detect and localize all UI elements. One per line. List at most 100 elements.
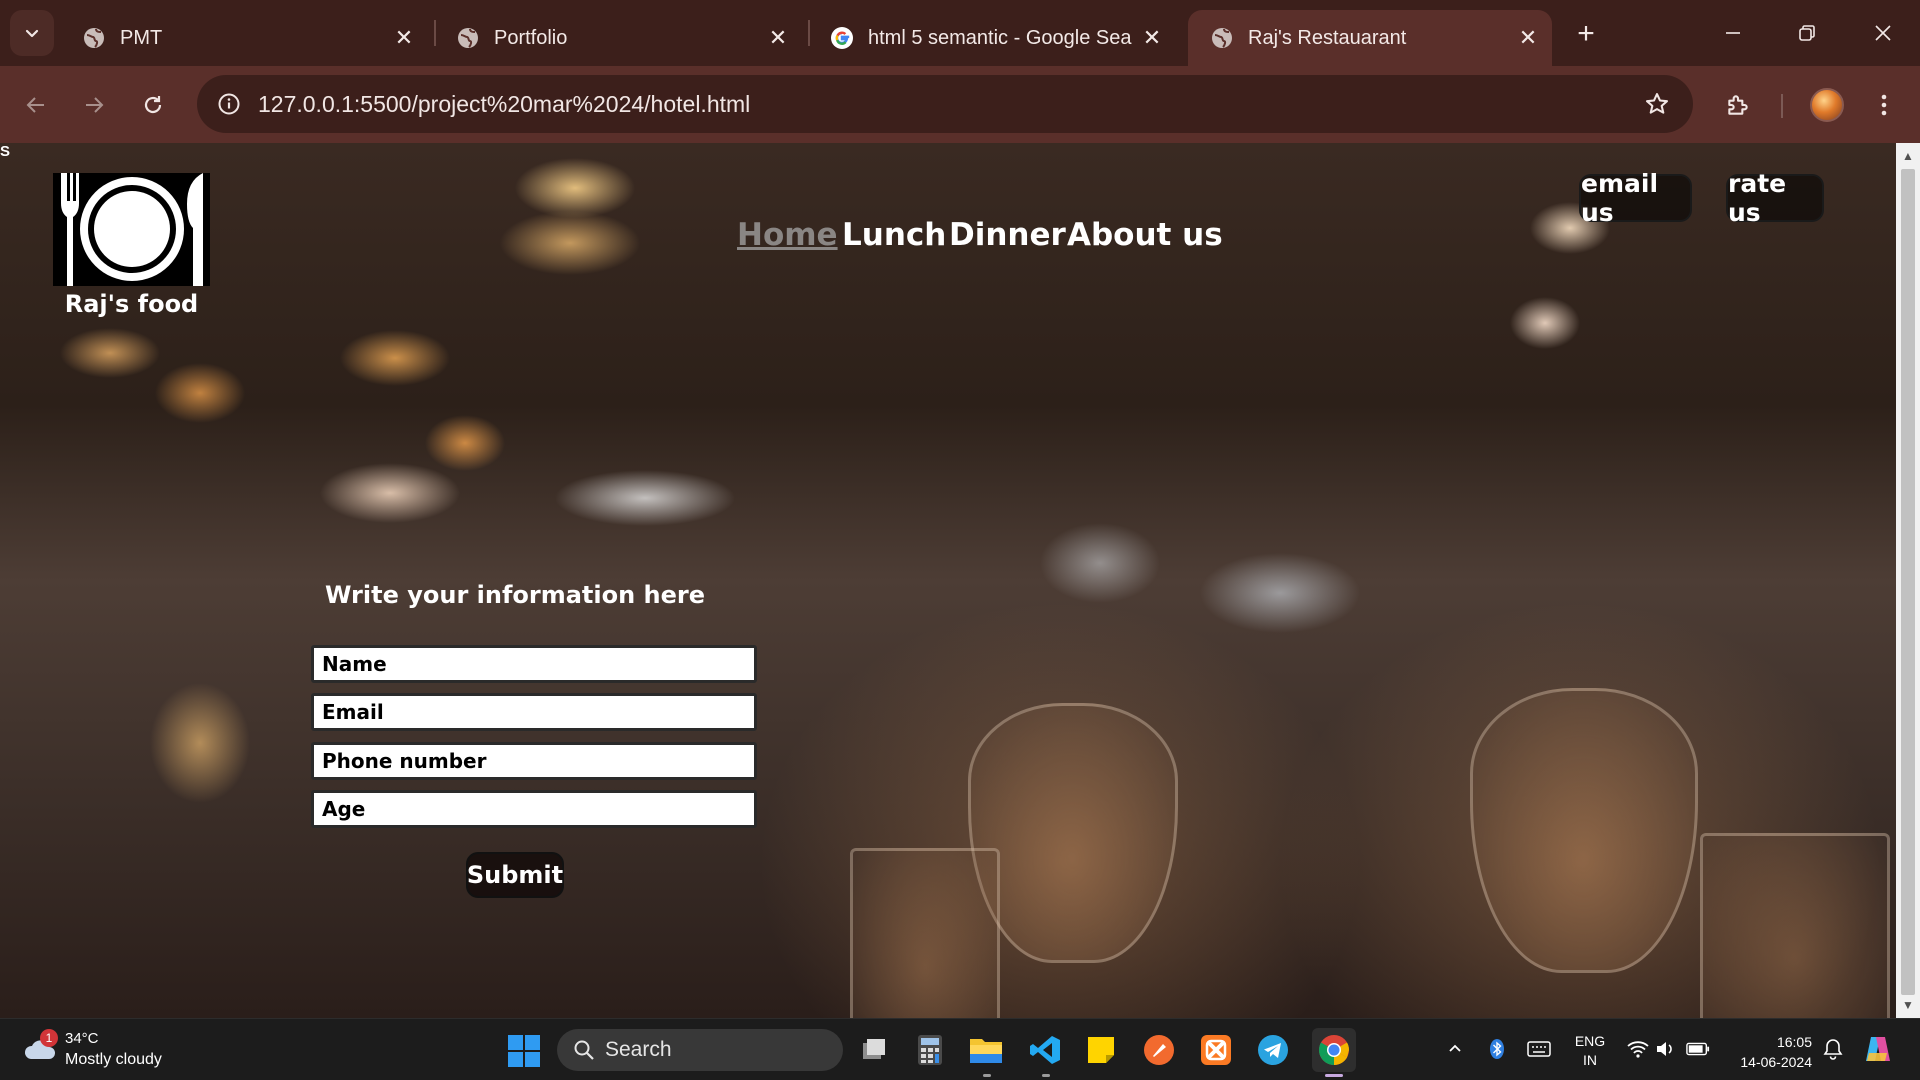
- globe-icon: [458, 28, 478, 48]
- task-view-icon[interactable]: [855, 1031, 893, 1069]
- rate-us-button[interactable]: rate us: [1726, 169, 1824, 227]
- search-icon: [574, 1040, 594, 1060]
- system-clock[interactable]: 16:05 14-06-2024: [1722, 1032, 1812, 1072]
- bluetooth-icon[interactable]: [1485, 1037, 1509, 1061]
- vscode-icon[interactable]: [1026, 1031, 1064, 1069]
- email-input[interactable]: [314, 696, 754, 728]
- nav-home[interactable]: Home: [737, 217, 838, 253]
- restore-icon: [1799, 25, 1815, 41]
- app-running-indicator: [1042, 1074, 1050, 1077]
- site-info-icon[interactable]: [211, 86, 247, 122]
- copilot-icon[interactable]: [1862, 1037, 1894, 1061]
- close-icon[interactable]: ✕: [1138, 24, 1166, 52]
- phone-input[interactable]: [314, 745, 754, 777]
- file-explorer-icon[interactable]: [967, 1031, 1005, 1069]
- name-field[interactable]: [311, 645, 757, 683]
- arrow-left-icon: [26, 97, 44, 113]
- tab-rajs-restaurant[interactable]: Raj's Restauarant ✕: [1188, 10, 1552, 66]
- nav-dinner[interactable]: Dinner: [949, 217, 1066, 253]
- close-icon[interactable]: ✕: [390, 24, 418, 52]
- notification-bell-icon[interactable]: [1821, 1037, 1845, 1061]
- tab-title: html 5 semantic - Google Sea: [868, 26, 1132, 49]
- globe-icon: [84, 28, 104, 48]
- page-viewport: S Raj's food Home Lunch Dinner About us …: [0, 143, 1896, 1018]
- scroll-up-icon[interactable]: ▲: [1896, 146, 1920, 166]
- back-button[interactable]: [14, 83, 58, 127]
- language-code: ENG: [1574, 1033, 1606, 1049]
- region-code: IN: [1583, 1052, 1597, 1068]
- kebab-menu-icon: [1881, 94, 1887, 116]
- clock-time: 16:05: [1776, 1034, 1812, 1050]
- browser-toolbar: 127.0.0.1:5500/project%20mar%2024/hotel.…: [0, 66, 1920, 143]
- tab-strip: PMT ✕ Portfolio ✕ html 5 semantic - Goog…: [0, 0, 1920, 66]
- nav-about-us[interactable]: About us: [1067, 217, 1223, 253]
- restore-button[interactable]: [1782, 12, 1832, 54]
- close-icon: [1875, 25, 1891, 41]
- phone-field[interactable]: [311, 742, 757, 780]
- scroll-thumb[interactable]: [1901, 169, 1915, 995]
- tab-google-search[interactable]: html 5 semantic - Google Sea ✕: [808, 10, 1176, 66]
- app-running-indicator: [983, 1074, 991, 1077]
- tab-title: Raj's Restauarant: [1248, 26, 1407, 49]
- google-icon: [831, 27, 853, 49]
- water-glass-decor: [1700, 833, 1890, 1018]
- battery-icon[interactable]: [1686, 1037, 1710, 1061]
- new-tab-button[interactable]: +: [1568, 16, 1604, 52]
- wine-glass-decor: [1470, 688, 1698, 973]
- taskbar-search[interactable]: Search: [557, 1029, 843, 1071]
- restaurant-logo[interactable]: [53, 173, 210, 286]
- address-bar[interactable]: 127.0.0.1:5500/project%20mar%2024/hotel.…: [197, 75, 1693, 133]
- email-us-button[interactable]: email us: [1579, 169, 1692, 227]
- keyboard-icon[interactable]: [1527, 1037, 1551, 1061]
- arrow-right-icon: [86, 97, 104, 113]
- email-field[interactable]: [311, 693, 757, 731]
- toolbar-divider: [1781, 94, 1783, 118]
- url-text[interactable]: 127.0.0.1:5500/project%20mar%2024/hotel.…: [258, 75, 750, 133]
- page-scrollbar[interactable]: ▲ ▼: [1896, 143, 1920, 1018]
- windows-start-icon[interactable]: [508, 1035, 540, 1067]
- windows-taskbar: 1 34°C Mostly cloudy Search ENG IN 16:05…: [0, 1018, 1920, 1080]
- wifi-icon[interactable]: [1626, 1037, 1650, 1061]
- minimize-icon: [1726, 32, 1740, 34]
- bookmark-star-icon[interactable]: [1639, 86, 1675, 122]
- xampp-icon[interactable]: [1197, 1031, 1235, 1069]
- close-window-button[interactable]: [1858, 12, 1908, 54]
- calculator-icon[interactable]: [911, 1031, 949, 1069]
- close-icon[interactable]: ✕: [764, 24, 792, 52]
- close-icon[interactable]: ✕: [1514, 24, 1542, 52]
- submit-button[interactable]: Submit: [466, 852, 564, 898]
- reload-button[interactable]: [131, 83, 175, 127]
- input-language[interactable]: ENG IN: [1572, 1032, 1608, 1070]
- profile-avatar[interactable]: [1810, 88, 1844, 122]
- notification-badge: 1: [40, 1029, 58, 1047]
- tab-pmt[interactable]: PMT ✕: [60, 10, 428, 66]
- drawing-app-icon[interactable]: [1140, 1031, 1178, 1069]
- tray-overflow-chevron-icon[interactable]: [1443, 1037, 1467, 1061]
- form-heading: Write your information here: [325, 581, 706, 609]
- app-active-indicator: [1325, 1074, 1343, 1077]
- sticky-notes-icon[interactable]: [1082, 1031, 1120, 1069]
- volume-icon[interactable]: [1654, 1037, 1678, 1061]
- scroll-down-icon[interactable]: ▼: [1896, 995, 1920, 1015]
- water-glass-decor: [850, 848, 1000, 1018]
- minimize-button[interactable]: [1708, 12, 1758, 54]
- plate-fork-knife-icon: [53, 173, 210, 286]
- extensions-button[interactable]: [1716, 83, 1760, 127]
- tab-title: Portfolio: [494, 26, 568, 49]
- name-input[interactable]: [314, 648, 754, 680]
- tab-portfolio[interactable]: Portfolio ✕: [434, 10, 802, 66]
- age-input[interactable]: [314, 793, 754, 825]
- tab-title: PMT: [120, 26, 163, 49]
- telegram-icon[interactable]: [1254, 1031, 1292, 1069]
- chevron-down-icon: [25, 29, 39, 38]
- tab-search-button[interactable]: [10, 10, 54, 56]
- chrome-icon[interactable]: [1312, 1028, 1356, 1072]
- browser-menu-button[interactable]: [1862, 83, 1906, 127]
- search-label: Search: [605, 1038, 672, 1061]
- nav-lunch[interactable]: Lunch: [842, 217, 946, 253]
- puzzle-icon: [1728, 95, 1748, 115]
- globe-icon: [1212, 28, 1232, 48]
- age-field[interactable]: [311, 790, 757, 828]
- forward-button[interactable]: [72, 83, 116, 127]
- corner-text: S: [0, 143, 11, 160]
